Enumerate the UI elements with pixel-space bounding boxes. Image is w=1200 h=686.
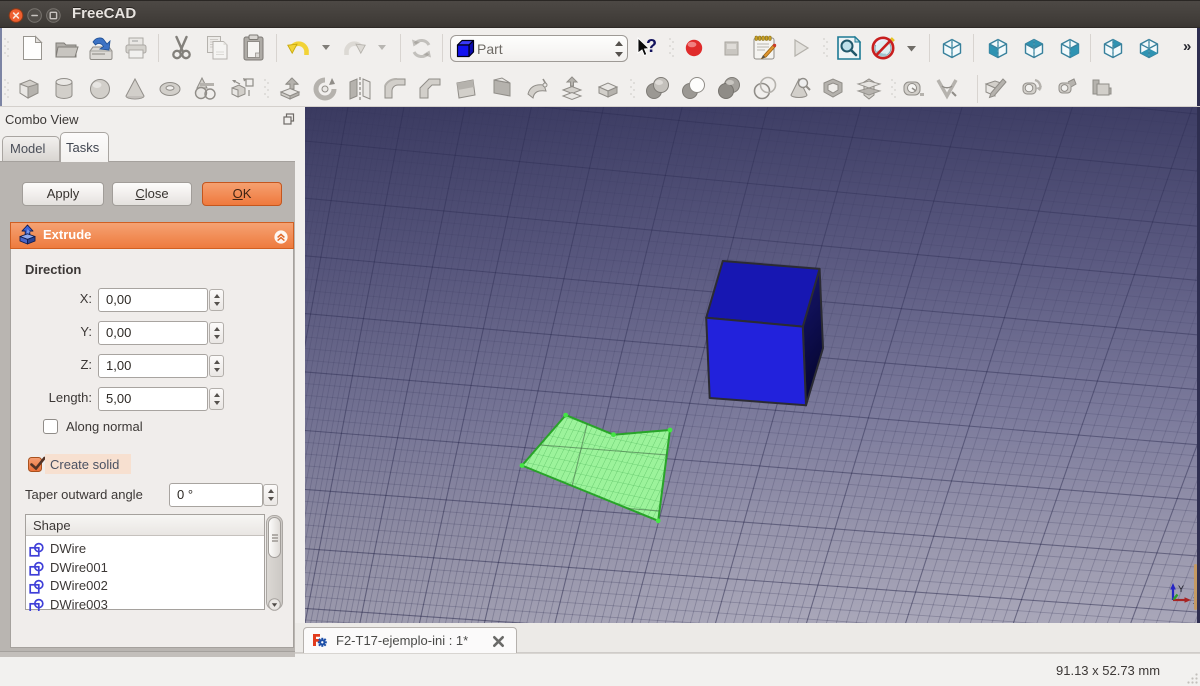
svg-text:?: ?: [646, 36, 657, 56]
svg-text:Y: Y: [1178, 584, 1184, 594]
